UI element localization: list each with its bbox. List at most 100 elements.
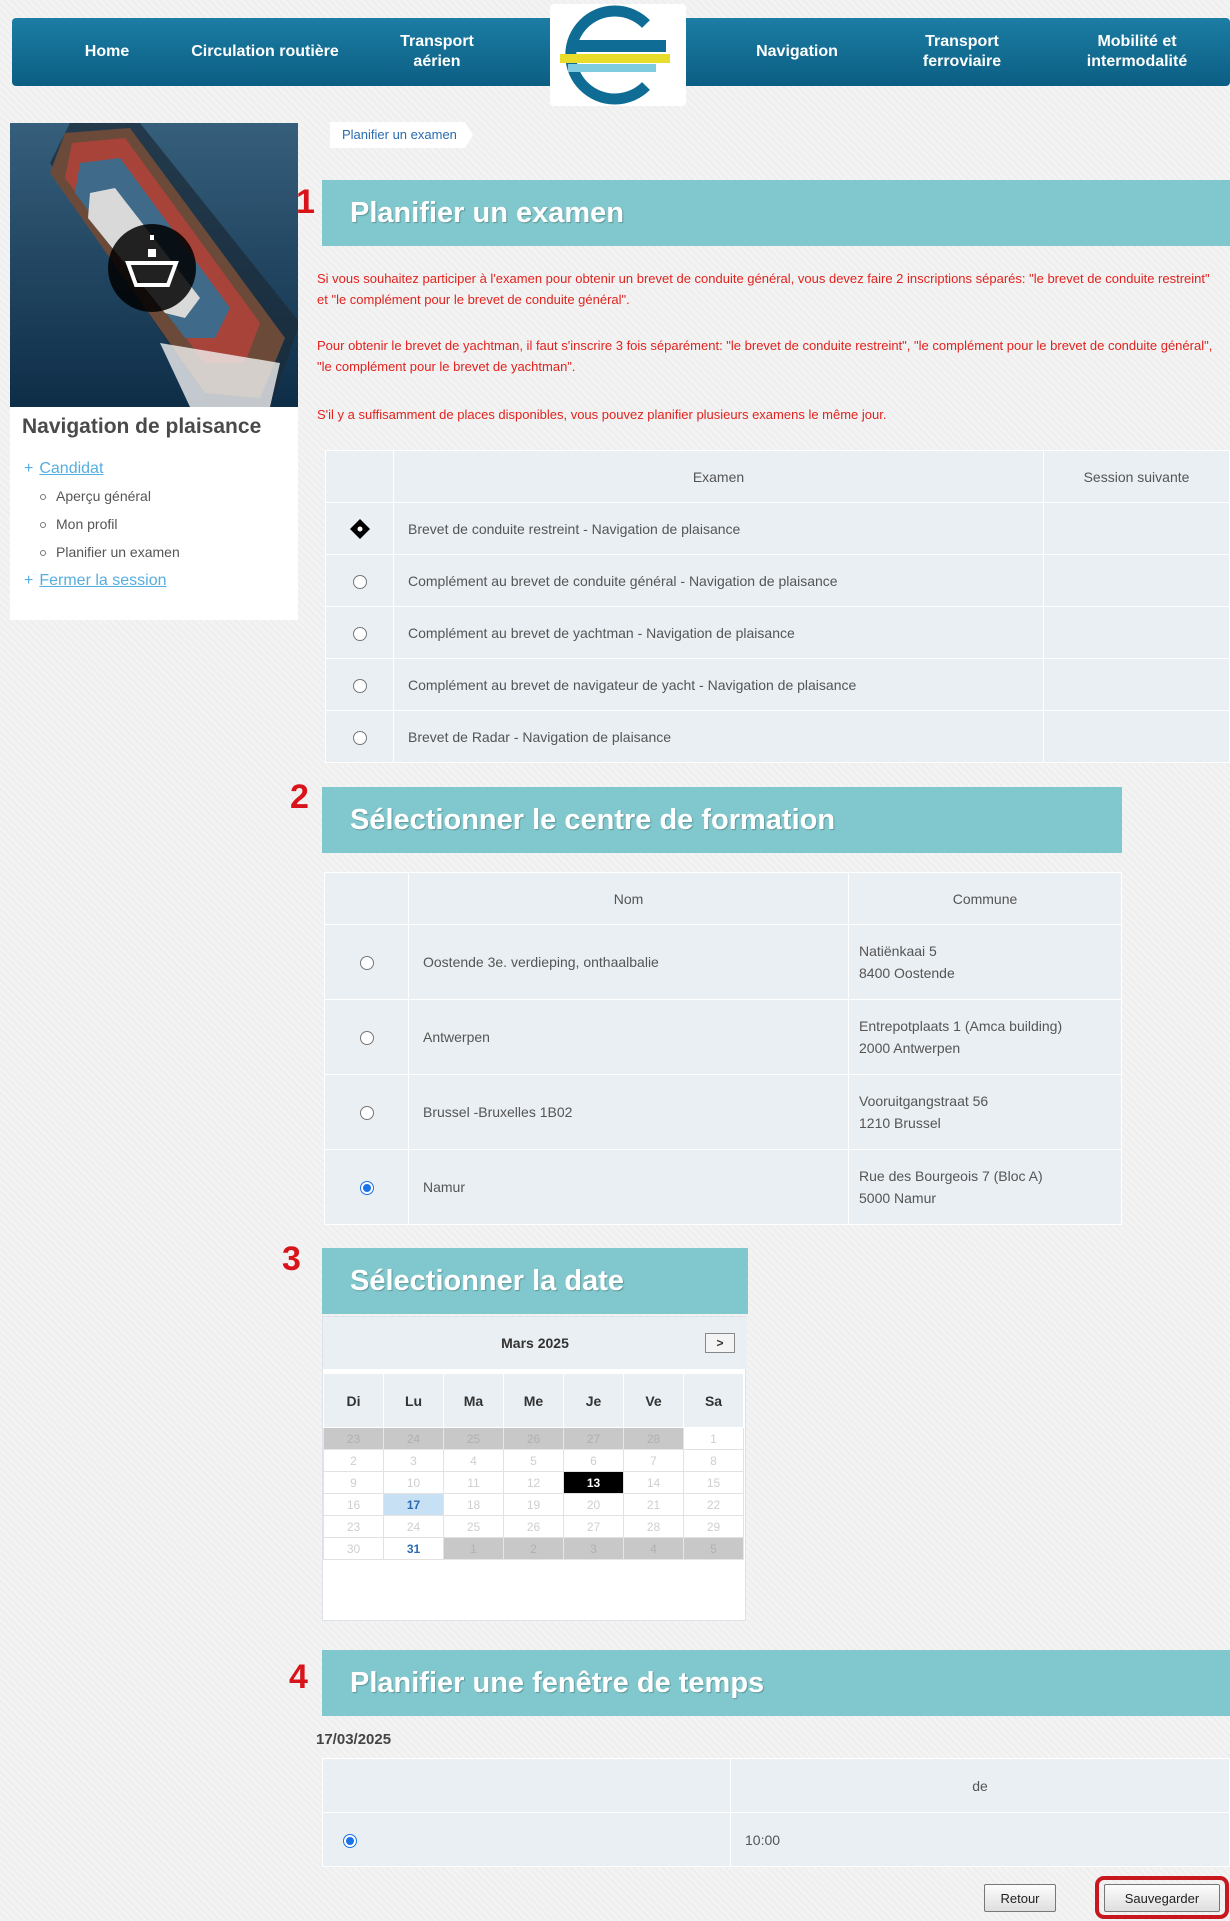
exam-session	[1043, 554, 1230, 607]
exam-name: Complément au brevet de conduite général…	[393, 554, 1044, 607]
section-title-planifier: Planifier un examen	[322, 180, 1230, 246]
weekday-label: Ve	[623, 1373, 684, 1428]
calendar-day-selected[interactable]: 17	[383, 1493, 444, 1516]
bullet-icon	[40, 550, 46, 557]
plus-icon: +	[24, 572, 34, 589]
centre-name: Brussel -Bruxelles 1B02	[408, 1074, 849, 1150]
address-city: 2000 Antwerpen	[859, 1040, 961, 1056]
centre-address: Vooruitgangstraat 56 1210 Brussel	[848, 1074, 1122, 1150]
address-street: Natiënkaai 5	[859, 943, 937, 959]
sidebar-title: Navigation de plaisance	[22, 415, 262, 438]
timeslot-col-de: de	[730, 1758, 1230, 1813]
exam-radio[interactable]	[352, 730, 367, 745]
exam-col-select	[325, 450, 394, 503]
sidebar-link-candidat[interactable]: + Candidat	[24, 460, 103, 478]
selected-diamond-icon[interactable]	[349, 518, 370, 539]
calendar-day-today: 13	[563, 1471, 624, 1494]
calendar-day: 30	[323, 1537, 384, 1560]
exam-row[interactable]: Brevet de conduite restreint - Navigatio…	[325, 502, 1230, 555]
step-number-4: 4	[289, 1658, 308, 1696]
centre-col-select	[324, 872, 409, 925]
calendar-day: 14	[623, 1471, 684, 1494]
calendar-next-button[interactable]: >	[705, 1333, 735, 1353]
calendar-day-available[interactable]: 31	[383, 1537, 444, 1560]
calendar-day: 5	[503, 1449, 564, 1472]
back-button[interactable]: Retour	[984, 1884, 1056, 1912]
breadcrumb[interactable]: Planifier un examen	[330, 122, 473, 148]
note-brevet-yachtman: Pour obtenir le brevet de yachtman, il f…	[317, 338, 1213, 374]
centre-radio[interactable]	[359, 1031, 374, 1046]
address-city: 8400 Oostende	[859, 965, 955, 981]
centre-radio[interactable]	[359, 956, 374, 971]
calendar-day: 21	[623, 1493, 684, 1516]
calendar-day: 8	[683, 1449, 744, 1472]
nav-transport-aerien[interactable]: Transport aérien	[377, 18, 497, 86]
sidebar-link-fermer[interactable]: + Fermer la session	[24, 572, 167, 590]
sidebar-item-apercu[interactable]: Aperçu général	[40, 488, 151, 504]
nav-circulation-routiere[interactable]: Circulation routière	[170, 18, 360, 86]
nav-transport-ferroviaire[interactable]: Transport ferroviaire	[892, 18, 1032, 86]
calendar-day: 28	[623, 1427, 684, 1450]
centre-row[interactable]: Oostende 3e. verdieping, onthaalbalie Na…	[324, 924, 1122, 1000]
exam-name: Brevet de conduite restreint - Navigatio…	[393, 502, 1044, 555]
sidebar-item-profil[interactable]: Mon profil	[40, 516, 117, 532]
calendar-day: 23	[323, 1515, 384, 1538]
calendar-day: 27	[563, 1515, 624, 1538]
calendar-day: 1	[443, 1537, 504, 1560]
weekday-label: Je	[563, 1373, 624, 1428]
centre-row[interactable]: Namur Rue des Bourgeois 7 (Bloc A) 5000 N…	[324, 1149, 1122, 1225]
selected-date-label: 17/03/2025	[316, 1731, 392, 1748]
calendar-day: 4	[443, 1449, 504, 1472]
weekday-label: Sa	[683, 1373, 744, 1428]
exam-radio[interactable]	[352, 574, 367, 589]
centre-radio-cell	[324, 1074, 409, 1150]
calendar-day: 16	[323, 1493, 384, 1516]
calendar-day: 28	[623, 1515, 684, 1538]
note-brevet-general: Si vous souhaitez participer à l'examen …	[317, 271, 1210, 307]
calendar-day: 3	[383, 1449, 444, 1472]
calendar-day: 4	[623, 1537, 684, 1560]
timeslot-radio-selected[interactable]	[343, 1833, 357, 1848]
exam-radio[interactable]	[352, 626, 367, 641]
sidebar-item-planifier[interactable]: Planifier un examen	[40, 544, 180, 560]
centre-table: Nom Commune Oostende 3e. verdieping, ont…	[324, 872, 1122, 1225]
centre-name: Namur	[408, 1149, 849, 1225]
calendar-day: 26	[503, 1515, 564, 1538]
exam-session	[1043, 710, 1230, 763]
bullet-icon	[40, 494, 46, 501]
exam-radio[interactable]	[352, 678, 367, 693]
nav-navigation[interactable]: Navigation	[732, 18, 862, 86]
calendar-day: 20	[563, 1493, 624, 1516]
centre-address: Rue des Bourgeois 7 (Bloc A) 5000 Namur	[848, 1149, 1122, 1225]
calendar-day: 29	[683, 1515, 744, 1538]
exam-row[interactable]: Complément au brevet de navigateur de ya…	[325, 658, 1230, 711]
exam-row[interactable]: Complément au brevet de yachtman - Navig…	[325, 606, 1230, 659]
section-title-date: Sélectionner la date	[322, 1248, 748, 1314]
timeslot-time: 10:00	[730, 1812, 1230, 1867]
exam-radio-cell	[325, 658, 394, 711]
exam-session	[1043, 658, 1230, 711]
calendar-day: 2	[323, 1449, 384, 1472]
calendar-header: Mars 2025 >	[323, 1317, 747, 1369]
timeslot-row[interactable]: 10:00	[322, 1812, 1230, 1867]
centre-radio[interactable]	[359, 1106, 374, 1121]
exam-radio-cell	[325, 502, 394, 555]
exam-row[interactable]: Brevet de Radar - Navigation de plaisanc…	[325, 710, 1230, 763]
save-button[interactable]: Sauvegarder	[1104, 1884, 1220, 1912]
centre-row[interactable]: Brussel -Bruxelles 1B02 Vooruitgangstraa…	[324, 1074, 1122, 1150]
site-logo[interactable]	[550, 4, 686, 106]
exam-row[interactable]: Complément au brevet de conduite général…	[325, 554, 1230, 607]
nav-mobilite-intermodalite[interactable]: Mobilité et intermodalité	[1062, 18, 1212, 86]
bullet-icon	[40, 522, 46, 529]
calendar-day: 27	[563, 1427, 624, 1450]
exam-col-examen: Examen	[393, 450, 1044, 503]
section-title-fenetre: Planifier une fenêtre de temps	[322, 1650, 1230, 1716]
nav-home[interactable]: Home	[52, 18, 162, 86]
calendar-day: 19	[503, 1493, 564, 1516]
centre-radio-selected[interactable]	[359, 1181, 374, 1196]
calendar-day: 15	[683, 1471, 744, 1494]
centre-row[interactable]: Antwerpen Entrepotplaats 1 (Amca buildin…	[324, 999, 1122, 1075]
calendar-day: 2	[503, 1537, 564, 1560]
centre-name: Oostende 3e. verdieping, onthaalbalie	[408, 924, 849, 1000]
exam-radio-cell	[325, 606, 394, 659]
